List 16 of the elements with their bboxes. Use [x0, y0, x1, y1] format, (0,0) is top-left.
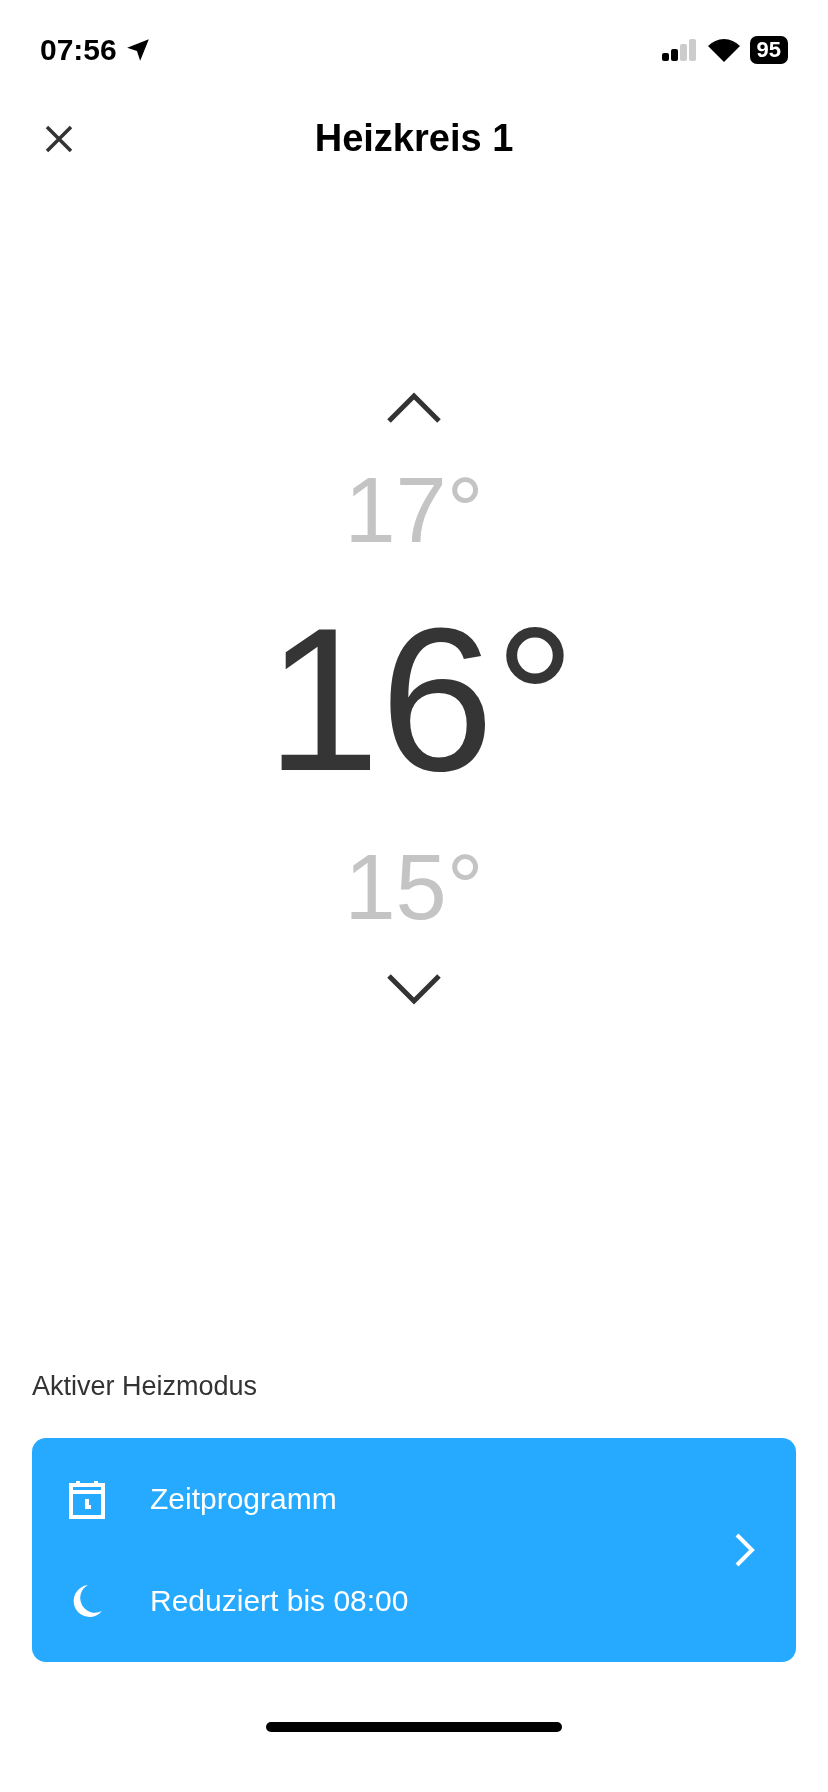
mode-text: Zeitprogramm [150, 1482, 337, 1516]
next-temperature[interactable]: 17° [344, 464, 484, 556]
mode-text: Reduziert bis 08:00 [150, 1584, 409, 1618]
current-temperature: 16° [266, 596, 576, 801]
section-label: Aktiver Heizmodus [32, 1371, 259, 1402]
screen-title: Heizkreis 1 [314, 116, 514, 160]
signal-icon [661, 39, 698, 61]
heating-mode-card[interactable]: Zeitprogramm Reduziert bis 08:00 [32, 1438, 796, 1662]
previous-temperature[interactable]: 15° [344, 841, 484, 933]
decrease-button[interactable] [386, 973, 442, 1007]
battery-level: 95 [749, 36, 788, 64]
status-time: 07:56 [40, 33, 117, 67]
increase-button[interactable] [386, 390, 442, 424]
calendar-icon [68, 1479, 106, 1519]
wifi-icon [707, 38, 740, 62]
chevron-right-icon [734, 1532, 756, 1568]
